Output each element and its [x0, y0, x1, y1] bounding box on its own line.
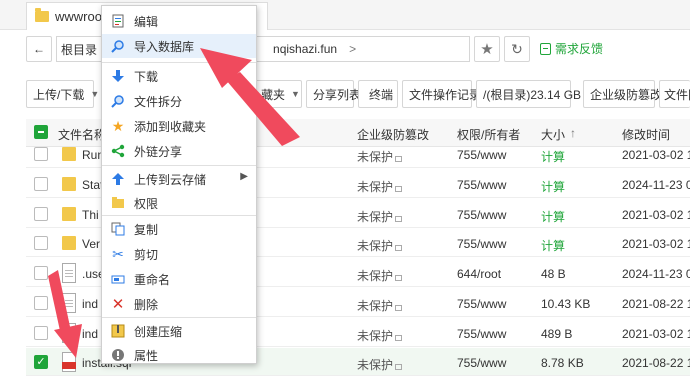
arrow-to-sql-file: [48, 270, 82, 358]
annotation-arrows: [48, 48, 300, 358]
arrow-to-import-db: [200, 48, 300, 146]
